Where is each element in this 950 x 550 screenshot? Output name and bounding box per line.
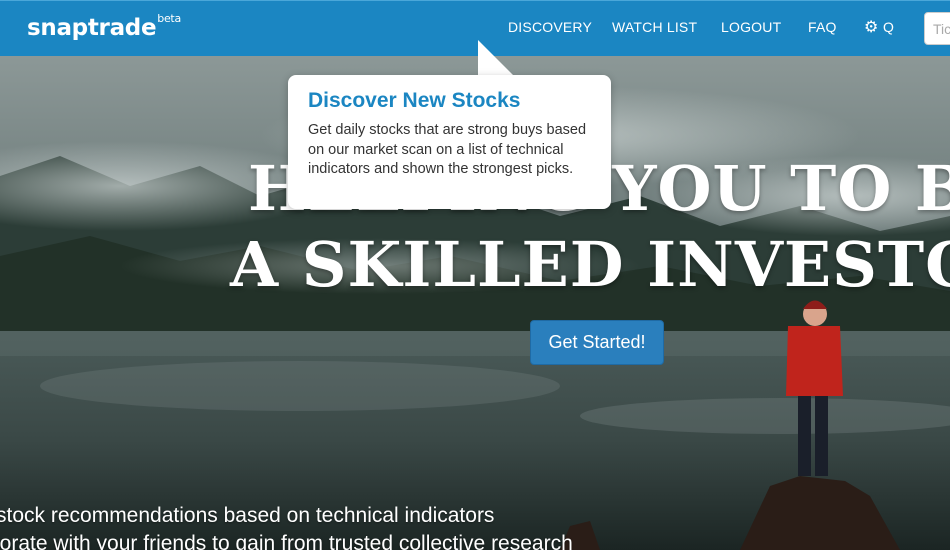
tooltip-title: Discover New Stocks xyxy=(308,89,521,112)
nav-discovery[interactable]: DISCOVERY xyxy=(508,19,592,35)
beta-badge: beta xyxy=(157,12,181,26)
nav-watch-list[interactable]: WATCH LIST xyxy=(612,19,697,35)
nav-faq[interactable]: FAQ xyxy=(808,19,837,35)
brand-name: snaptrade xyxy=(27,15,157,41)
ticker-search-input[interactable] xyxy=(924,12,950,45)
top-navbar: snaptradebeta DISCOVERY WATCH LIST LOGOU… xyxy=(0,0,950,56)
discover-tooltip: Discover New Stocks Get daily stocks tha… xyxy=(288,75,611,209)
tooltip-arrow xyxy=(478,40,514,76)
settings-q-label[interactable]: Q xyxy=(883,19,894,35)
brand-logo[interactable]: snaptradebeta xyxy=(27,12,181,41)
feature-line: stock recommendations based on technical… xyxy=(0,504,495,527)
hero-headline-line-2: A SKILLED INVESTOR xyxy=(230,228,950,301)
gear-icon[interactable]: ⚙ xyxy=(864,17,878,36)
get-started-button[interactable]: Get Started! xyxy=(530,320,664,365)
tooltip-body: Get daily stocks that are strong buys ba… xyxy=(308,122,587,177)
feature-line: borate with your friends to gain from tr… xyxy=(0,532,573,550)
nav-logout[interactable]: LOGOUT xyxy=(721,19,781,35)
